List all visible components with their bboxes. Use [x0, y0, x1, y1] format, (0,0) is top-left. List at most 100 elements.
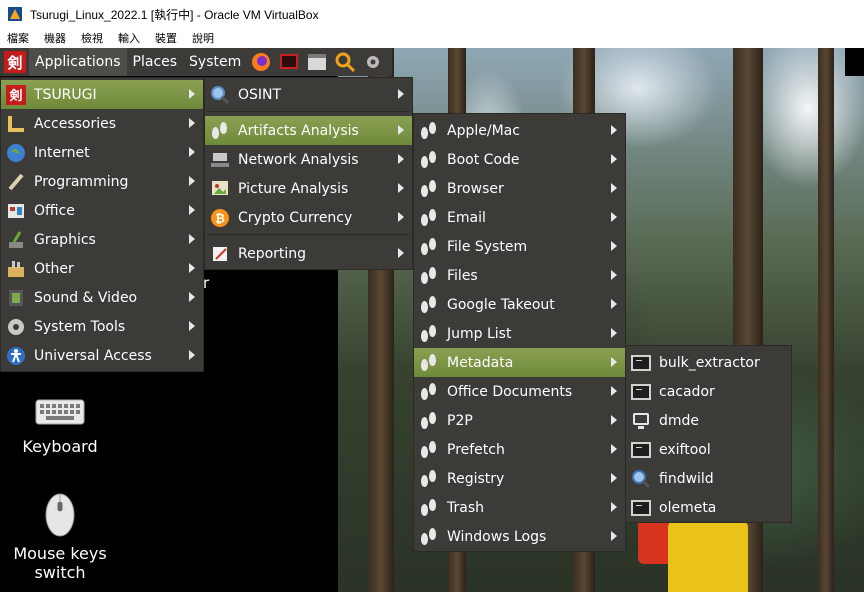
terminal-icon — [630, 497, 652, 519]
menu-item-graphics[interactable]: Graphics — [1, 225, 203, 254]
menu-item-email[interactable]: Email — [414, 203, 625, 232]
menu-item-google-takeout[interactable]: Google Takeout — [414, 290, 625, 319]
guest-screen: 剣 Applications Places System 剣 TSURUGI A… — [0, 48, 864, 592]
menu-item-boot-code[interactable]: Boot Code — [414, 145, 625, 174]
menu-item-findwild[interactable]: findwild — [626, 464, 791, 493]
search-icon[interactable] — [334, 51, 356, 73]
partial-desktop-text: r — [203, 274, 210, 292]
menu-item-jump-list[interactable]: Jump List — [414, 319, 625, 348]
applications-menu[interactable]: Applications — [29, 48, 127, 76]
menu-devices[interactable]: 裝置 — [148, 30, 185, 46]
footprints-icon — [418, 352, 440, 374]
terminal-icon — [630, 381, 652, 403]
menu-item-olemeta[interactable]: olemeta — [626, 493, 791, 522]
footprints-icon — [418, 468, 440, 490]
footprints-icon — [418, 323, 440, 345]
menu-view[interactable]: 檢視 — [74, 30, 111, 46]
desktop-icon-mouse-keys[interactable]: Mouse keys switch — [4, 492, 116, 582]
footprints-icon — [418, 236, 440, 258]
menu-item-apple-mac[interactable]: Apple/Mac — [414, 116, 625, 145]
window-title: Tsurugi_Linux_2022.1 [執行中] - Oracle VM V… — [30, 7, 319, 22]
top-panel: 剣 Applications Places System — [0, 48, 392, 76]
menu-item-registry[interactable]: Registry — [414, 464, 625, 493]
menu-item-internet[interactable]: Internet — [1, 138, 203, 167]
window-menubar: 檔案 機器 檢視 輸入 裝置 說明 — [0, 28, 864, 48]
menu-item-p2p[interactable]: P2P — [414, 406, 625, 435]
terminal-icon — [630, 352, 652, 374]
menu-item-crypto-currency[interactable]: ₿ Crypto Currency — [205, 203, 412, 232]
office-icon — [5, 200, 27, 222]
menu-item-artifacts-analysis[interactable]: Artifacts Analysis — [205, 116, 412, 145]
terminal-red-icon[interactable] — [278, 51, 300, 73]
footprints-icon — [418, 439, 440, 461]
accessories-icon — [5, 113, 27, 135]
menu-help[interactable]: 說明 — [185, 30, 222, 46]
menu-item-tsurugi[interactable]: 剣 TSURUGI — [1, 80, 203, 109]
artifacts-submenu: Apple/Mac Boot Code Browser Email File S… — [413, 113, 626, 552]
menu-item-universal-access[interactable]: Universal Access — [1, 341, 203, 370]
menu-input[interactable]: 輸入 — [111, 30, 148, 46]
keyboard-icon — [35, 399, 85, 425]
brush-icon — [5, 171, 27, 193]
tsurugi-submenu: OSINT Artifacts Analysis Network Analysi… — [204, 77, 413, 270]
mouse-keys-label: Mouse keys switch — [13, 544, 107, 582]
graphics-icon — [5, 229, 27, 251]
menu-item-sound-video[interactable]: Sound & Video — [1, 283, 203, 312]
footprints-icon — [209, 120, 231, 142]
monitor-icon — [630, 410, 652, 432]
other-icon — [5, 258, 27, 280]
menu-item-prefetch[interactable]: Prefetch — [414, 435, 625, 464]
menu-item-accessories[interactable]: Accessories — [1, 109, 203, 138]
menu-item-programming[interactable]: Programming — [1, 167, 203, 196]
menu-item-office-documents[interactable]: Office Documents — [414, 377, 625, 406]
footprints-icon — [418, 149, 440, 171]
gear-icon — [5, 316, 27, 338]
menu-item-office[interactable]: Office — [1, 196, 203, 225]
footprints-icon — [418, 526, 440, 548]
menu-item-exiftool[interactable]: exiftool — [626, 435, 791, 464]
gear-icon[interactable] — [362, 51, 384, 73]
terminal-icon — [630, 439, 652, 461]
report-icon — [209, 243, 231, 265]
tsurugi-logo-icon[interactable]: 剣 — [4, 51, 26, 73]
places-menu[interactable]: Places — [127, 48, 184, 76]
menu-item-reporting[interactable]: Reporting — [205, 239, 412, 268]
desktop-icon-keyboard[interactable]: Keyboard — [8, 397, 112, 456]
menu-item-other[interactable]: Other — [1, 254, 203, 283]
menu-item-browser[interactable]: Browser — [414, 174, 625, 203]
picture-icon — [209, 178, 231, 200]
menu-item-dmde[interactable]: dmde — [626, 406, 791, 435]
menu-machine[interactable]: 機器 — [37, 30, 74, 46]
accessibility-icon — [5, 345, 27, 367]
footprints-icon — [418, 410, 440, 432]
magnifier-icon — [630, 468, 652, 490]
menu-item-network-analysis[interactable]: Network Analysis — [205, 145, 412, 174]
tsurugi-logo-icon: 剣 — [5, 84, 27, 106]
system-menu[interactable]: System — [183, 48, 247, 76]
magnifier-icon — [209, 84, 231, 106]
firefox-icon[interactable] — [250, 51, 272, 73]
menu-item-picture-analysis[interactable]: Picture Analysis — [205, 174, 412, 203]
menu-item-bulk-extractor[interactable]: bulk_extractor — [626, 348, 791, 377]
footprints-icon — [418, 120, 440, 142]
menu-item-windows-logs[interactable]: Windows Logs — [414, 522, 625, 551]
menu-item-cacador[interactable]: cacador — [626, 377, 791, 406]
menu-item-trash[interactable]: Trash — [414, 493, 625, 522]
svg-text:₿: ₿ — [215, 211, 225, 225]
metadata-submenu: bulk_extractor cacador dmde exiftool fin… — [625, 345, 792, 523]
bitcoin-icon: ₿ — [209, 207, 231, 229]
menu-item-osint[interactable]: OSINT — [205, 80, 412, 109]
menu-item-metadata[interactable]: Metadata — [414, 348, 625, 377]
footprints-icon — [418, 207, 440, 229]
menu-file[interactable]: 檔案 — [0, 30, 37, 46]
footprints-icon — [418, 265, 440, 287]
menu-item-files[interactable]: Files — [414, 261, 625, 290]
menu-item-system-tools[interactable]: System Tools — [1, 312, 203, 341]
menu-item-file-system[interactable]: File System — [414, 232, 625, 261]
window-icon[interactable] — [306, 51, 328, 73]
keyboard-label: Keyboard — [22, 437, 98, 456]
footprints-icon — [418, 178, 440, 200]
globe-icon — [5, 142, 27, 164]
film-icon — [5, 287, 27, 309]
virtualbox-icon — [8, 7, 22, 21]
